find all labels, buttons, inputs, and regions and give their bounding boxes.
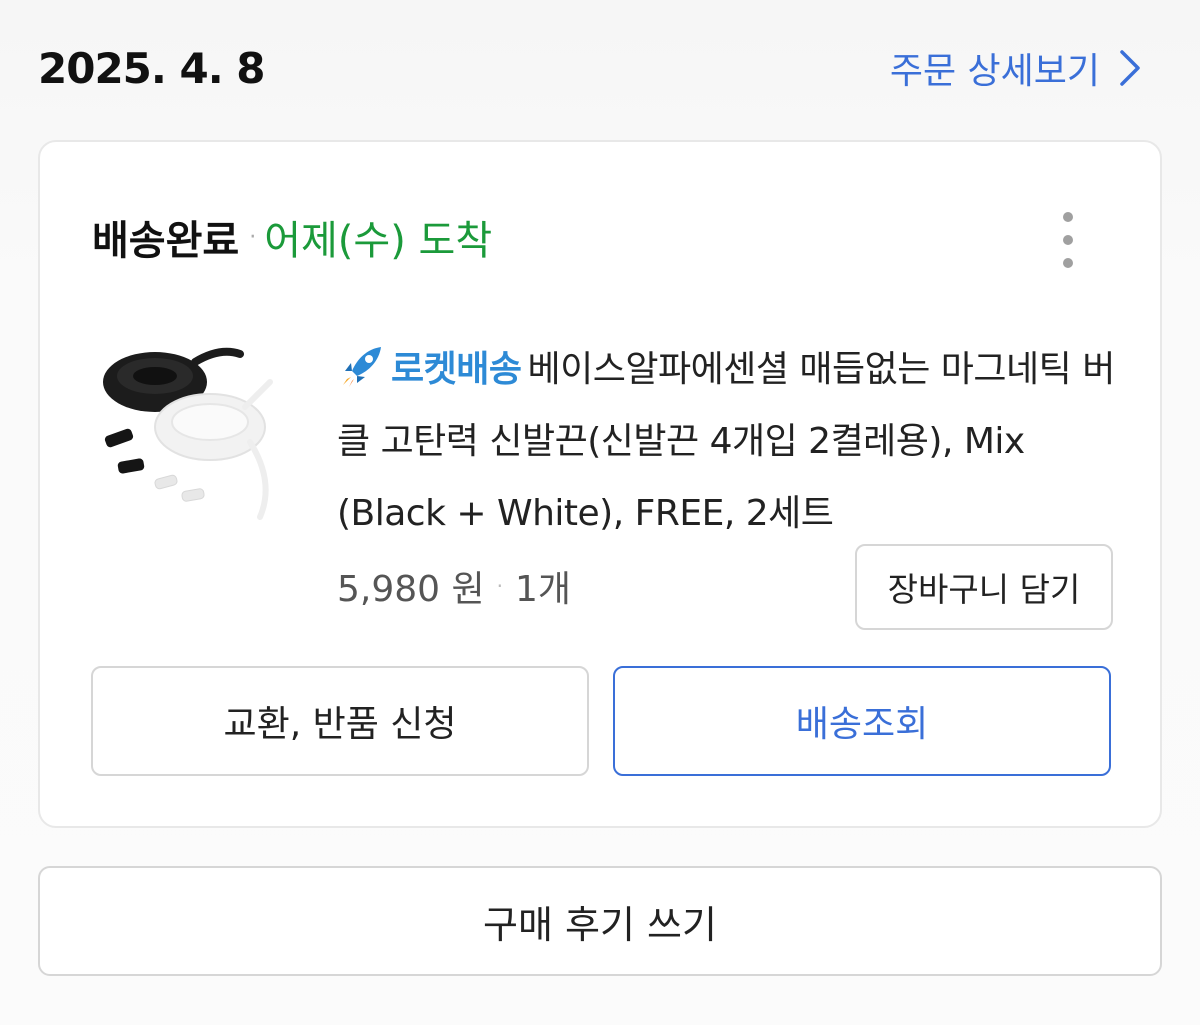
order-date: 2025. 4. 8: [38, 44, 265, 93]
chevron-right-icon: [1120, 50, 1140, 86]
order-detail-link[interactable]: 주문 상세보기: [890, 42, 1142, 94]
price-separator: ·: [496, 574, 503, 598]
more-dot: [1063, 235, 1073, 245]
write-review-button[interactable]: 구매 후기 쓰기: [38, 866, 1162, 976]
rocket-delivery-badge: 로켓배송: [391, 349, 522, 390]
product-thumbnail[interactable]: [100, 332, 290, 532]
add-to-cart-button[interactable]: 장바구니 담기: [855, 544, 1113, 630]
delivery-status: 배송완료: [92, 218, 240, 264]
more-dot: [1063, 258, 1073, 268]
product-quantity: 1개: [514, 569, 572, 610]
product-price: 5,980 원: [337, 569, 485, 610]
more-options-icon[interactable]: [1056, 212, 1080, 268]
product-info[interactable]: 로켓배송 베이스알파에센셜 매듭없는 마그네틱 버클 고탄력 신발끈(신발끈 4개…: [337, 334, 1117, 550]
more-dot: [1063, 212, 1073, 222]
order-detail-label: 주문 상세보기: [889, 51, 1100, 92]
price-row: 5,980 원 · 1개: [337, 560, 571, 612]
exchange-return-button[interactable]: 교환, 반품 신청: [91, 666, 589, 776]
track-delivery-button[interactable]: 배송조회: [613, 666, 1111, 776]
delivery-status-row: 배송완료 · 어제(수) 도착: [92, 208, 492, 266]
order-card: 배송완료 · 어제(수) 도착 로켓배송 베이스알파에센셜 매듭없는 마그네틱 …: [38, 140, 1162, 828]
arrival-date: 어제(수) 도착: [264, 218, 493, 264]
order-header: 2025. 4. 8 주문 상세보기: [0, 0, 1200, 140]
status-separator: ·: [249, 224, 257, 250]
rocket-icon: [343, 347, 381, 387]
